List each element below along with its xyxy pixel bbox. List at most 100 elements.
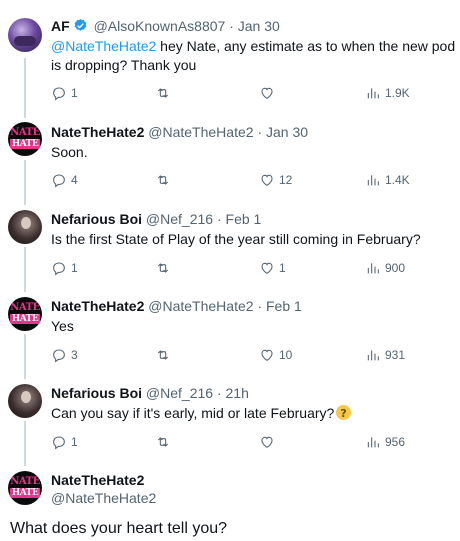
action-bar: 1 956 <box>51 433 421 451</box>
tweet-text: Is the first State of Play of the year s… <box>51 231 421 247</box>
like-icon <box>261 87 273 99</box>
mention-link[interactable]: @NateTheHate2 <box>51 38 156 54</box>
like-icon <box>261 349 273 361</box>
separator: · <box>257 298 263 314</box>
tweet[interactable]: Nefarious Boi @Nef_216 · Feb 1 Is the fi… <box>0 198 460 285</box>
separator: · <box>257 124 263 140</box>
tweet-header: NateTheHate2 @NateTheHate2 · Feb 1 <box>51 297 302 315</box>
like-button[interactable] <box>259 433 279 451</box>
like-count: 1 <box>279 261 286 275</box>
retweet-icon <box>157 437 169 447</box>
like-button[interactable]: 12 <box>259 171 292 189</box>
like-count: 12 <box>279 173 293 187</box>
avatar[interactable]: NATE HATE <box>8 122 42 156</box>
views-button[interactable]: 900 <box>365 259 405 277</box>
views-count: 1.9K <box>385 86 410 100</box>
avatar-logo-text: NATE HATE <box>9 302 41 324</box>
handle[interactable]: @NateTheHate2 <box>148 298 253 314</box>
reply-button[interactable]: 1 <box>51 259 78 277</box>
tweet-header: Nefarious Boi @Nef_216 · 21h <box>51 384 249 402</box>
retweet-button[interactable] <box>155 259 175 277</box>
views-count: 956 <box>385 435 406 449</box>
timestamp[interactable]: Feb 1 <box>226 211 262 227</box>
reply-icon <box>53 87 65 101</box>
tweet-text: Yes <box>51 318 74 334</box>
tweet-text: Soon. <box>51 144 88 160</box>
like-icon <box>261 436 273 448</box>
reply-count: 4 <box>71 173 78 187</box>
views-icon <box>367 175 379 186</box>
handle[interactable]: @Nef_216 <box>146 385 213 401</box>
action-bar: 3 10 931 <box>51 346 421 364</box>
main-tweet-header: NateTheHate2 @NateTheHate2 <box>51 471 156 507</box>
display-name[interactable]: Nefarious Boi <box>51 211 142 227</box>
tweet[interactable]: Nefarious Boi @Nef_216 · 21h Can you say… <box>0 372 460 459</box>
avatar[interactable]: NATE HATE <box>8 297 42 331</box>
reply-count: 1 <box>71 435 78 449</box>
views-button[interactable]: 1.9K <box>365 84 410 102</box>
thinking-emoji-icon <box>336 404 352 423</box>
verified-badge-icon <box>74 18 87 31</box>
avatar-logo-text: NATE HATE <box>9 127 41 149</box>
views-button[interactable]: 956 <box>365 433 405 451</box>
like-count: 10 <box>279 348 293 362</box>
views-icon <box>367 350 379 361</box>
retweet-icon <box>157 175 169 185</box>
handle[interactable]: @Nef_216 <box>146 211 213 227</box>
like-button[interactable]: 1 <box>259 259 286 277</box>
reply-button[interactable]: 3 <box>51 346 78 364</box>
display-name[interactable]: NateTheHate2 <box>51 471 156 489</box>
retweet-button[interactable] <box>155 433 175 451</box>
handle[interactable]: @NateTheHate2 <box>148 124 253 140</box>
timestamp[interactable]: Feb 1 <box>266 298 302 314</box>
views-count: 931 <box>385 348 406 362</box>
avatar[interactable]: NATE HATE <box>8 471 42 505</box>
reply-icon <box>53 174 65 188</box>
separator: · <box>216 385 222 401</box>
retweet-button[interactable] <box>155 84 175 102</box>
views-button[interactable]: 931 <box>365 346 405 364</box>
display-name[interactable]: NateTheHate2 <box>51 298 144 314</box>
reply-button[interactable]: 4 <box>51 171 78 189</box>
action-bar: 1 1.9K <box>51 84 421 102</box>
avatar-logo-text: NATE HATE <box>9 476 41 498</box>
reply-count: 1 <box>71 86 78 100</box>
tweet[interactable]: NATE HATE NateTheHate2 @NateTheHate2 · Ja… <box>0 110 460 198</box>
views-icon <box>367 88 379 99</box>
reply-icon <box>53 349 65 363</box>
like-button[interactable]: 10 <box>259 346 292 364</box>
handle[interactable]: @AlsoKnownAs8807 <box>94 18 226 34</box>
tweet-header: AF @AlsoKnownAs8807 · Jan 30 <box>51 17 280 35</box>
avatar[interactable] <box>8 18 42 52</box>
action-bar: 1 1 900 <box>51 259 421 277</box>
like-icon <box>261 262 273 274</box>
action-bar: 4 12 1.4K <box>51 171 421 189</box>
like-icon <box>261 174 273 186</box>
retweet-icon <box>157 88 169 98</box>
display-name[interactable]: Nefarious Boi <box>51 385 142 401</box>
tweet-text: @NateTheHate2 hey Nate, any estimate as … <box>51 37 456 75</box>
tweet-text-body: Can you say if it's early, mid or late F… <box>51 405 335 421</box>
views-button[interactable]: 1.4K <box>365 171 410 189</box>
timestamp[interactable]: Jan 30 <box>266 124 308 140</box>
tweet-header: Nefarious Boi @Nef_216 · Feb 1 <box>51 210 261 228</box>
retweet-button[interactable] <box>155 346 175 364</box>
reply-button[interactable]: 1 <box>51 433 78 451</box>
retweet-button[interactable] <box>155 171 175 189</box>
tweet-text: Can you say if it's early, mid or late F… <box>51 404 456 423</box>
timestamp[interactable]: 21h <box>226 385 249 401</box>
display-name[interactable]: NateTheHate2 <box>51 124 144 140</box>
tweet[interactable]: NATE HATE NateTheHate2 @NateTheHate2 · Fe… <box>0 285 460 372</box>
tweet[interactable]: AF @AlsoKnownAs8807 · Jan 30 @NateTheHat… <box>0 0 460 110</box>
reply-button[interactable]: 1 <box>51 84 78 102</box>
handle[interactable]: @NateTheHate2 <box>51 489 156 507</box>
views-icon <box>367 437 379 448</box>
retweet-icon <box>157 263 169 273</box>
reply-icon <box>53 436 65 450</box>
display-name[interactable]: AF <box>51 18 70 34</box>
reply-icon <box>53 262 65 276</box>
timestamp[interactable]: Jan 30 <box>238 18 280 34</box>
avatar[interactable] <box>8 210 42 244</box>
avatar[interactable] <box>8 384 42 418</box>
like-button[interactable] <box>259 84 279 102</box>
